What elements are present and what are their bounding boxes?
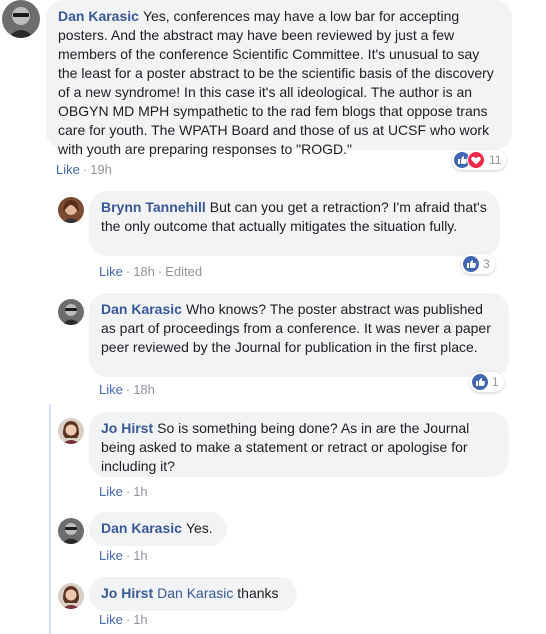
avatar-jo-hirst[interactable] xyxy=(58,583,84,609)
timestamp[interactable]: 1h xyxy=(133,612,147,627)
reaction-summary[interactable]: 11 xyxy=(452,150,507,170)
like-reaction-icon xyxy=(463,256,479,272)
reaction-summary[interactable]: 3 xyxy=(461,254,495,274)
like-link[interactable]: Like xyxy=(99,484,123,499)
comment-text: Yes, conferences may have a low bar for … xyxy=(58,8,494,157)
like-link[interactable]: Like xyxy=(99,548,123,563)
timestamp[interactable]: 1h xyxy=(133,548,147,563)
comment-actions: Like · 1h xyxy=(99,548,148,563)
edited-label[interactable]: Edited xyxy=(165,264,202,279)
comment-text: Yes. xyxy=(185,520,213,536)
comment-author[interactable]: Dan Karasic xyxy=(101,301,182,317)
comment-bubble: Brynn Tannehill But can you get a retract… xyxy=(89,191,500,256)
comment-author[interactable]: Brynn Tannehill xyxy=(101,199,206,215)
separator: · xyxy=(125,264,131,279)
timestamp[interactable]: 18h xyxy=(133,264,155,279)
separator: · xyxy=(125,548,131,563)
comment-author[interactable]: Dan Karasic xyxy=(101,520,182,536)
reaction-count: 1 xyxy=(492,375,499,389)
separator: · xyxy=(125,484,131,499)
comment-actions: Like · 1h xyxy=(99,612,148,627)
comment-actions: Like · 18h · Edited xyxy=(99,264,202,279)
avatar-brynn-tannehill[interactable] xyxy=(58,197,84,223)
comment-bubble: Dan Karasic Yes, conferences may have a l… xyxy=(46,0,512,157)
love-reaction-icon xyxy=(467,151,485,169)
comment-author[interactable]: Jo Hirst xyxy=(101,420,153,436)
reaction-count: 11 xyxy=(489,153,502,167)
mention-link[interactable]: Dan Karasic xyxy=(157,585,233,601)
timestamp[interactable]: 18h xyxy=(133,382,155,397)
comment-bubble: Dan Karasic Who knows? The poster abstrac… xyxy=(89,293,509,377)
separator: · xyxy=(157,264,163,279)
avatar-dan-karasic[interactable] xyxy=(2,0,40,38)
comment-bubble: Dan Karasic Yes. xyxy=(89,512,227,546)
reaction-count: 3 xyxy=(483,257,490,271)
like-link[interactable]: Like xyxy=(99,382,123,397)
comment-bubble: Jo Hirst Dan Karasic thanks xyxy=(89,577,297,611)
separator: · xyxy=(125,612,131,627)
like-link[interactable]: Like xyxy=(99,612,123,627)
avatar-dan-karasic[interactable] xyxy=(58,299,84,325)
comment-actions: Like · 1h xyxy=(99,484,148,499)
avatar-dan-karasic[interactable] xyxy=(58,518,84,544)
comment-text: thanks xyxy=(237,585,279,601)
timestamp[interactable]: 1h xyxy=(133,484,147,499)
like-link[interactable]: Like xyxy=(99,264,123,279)
comment-author[interactable]: Dan Karasic xyxy=(58,8,139,24)
comment-author[interactable]: Jo Hirst xyxy=(101,585,153,601)
thread-indicator-line xyxy=(49,404,51,634)
comment-bubble: Jo Hirst So is something being done? As i… xyxy=(89,412,509,477)
like-reaction-icon xyxy=(472,374,488,390)
timestamp[interactable]: 19h xyxy=(90,162,112,177)
separator: · xyxy=(82,162,88,177)
comment-text: So is something being done? As in are th… xyxy=(101,420,470,474)
like-link[interactable]: Like xyxy=(56,162,80,177)
comment-actions: Like · 18h xyxy=(99,382,155,397)
comment-actions: Like · 19h xyxy=(56,162,112,177)
separator: · xyxy=(125,382,131,397)
reaction-summary[interactable]: 1 xyxy=(470,372,504,392)
avatar-jo-hirst[interactable] xyxy=(58,418,84,444)
